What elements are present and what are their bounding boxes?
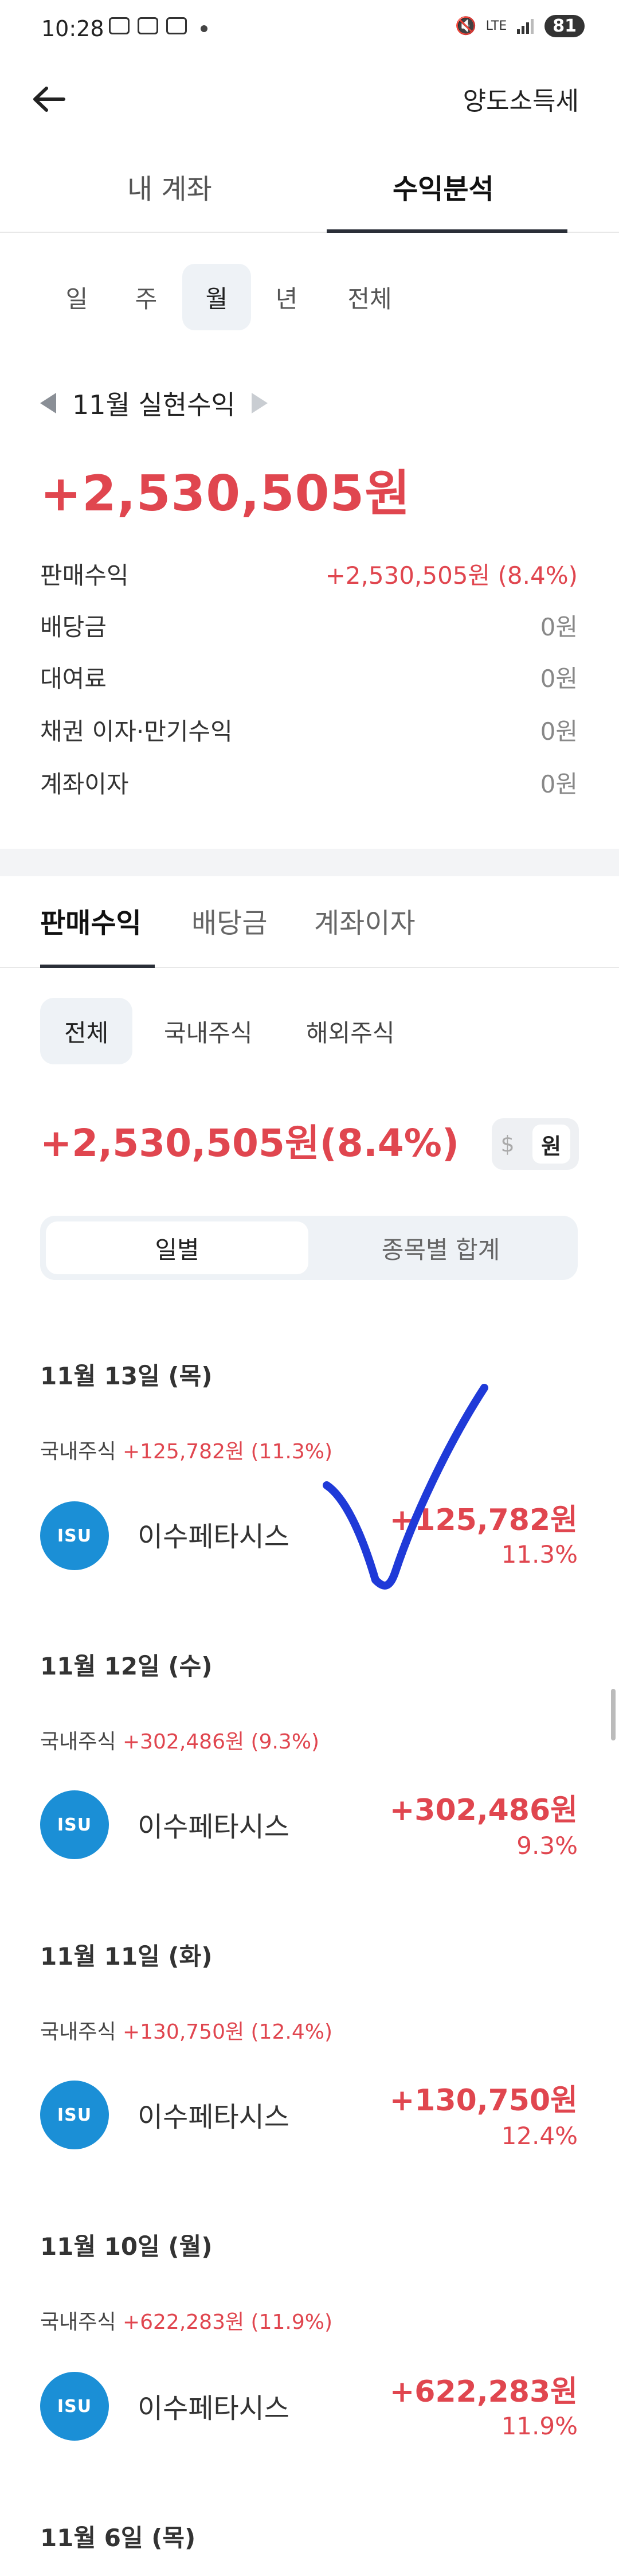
summary-label: 배당금 <box>40 612 107 641</box>
stock-profit-rate: 9.3% <box>516 1832 578 1860</box>
summary-label: 계좌이자 <box>40 770 129 798</box>
currency-usd-option[interactable]: $ <box>500 1131 514 1157</box>
section-divider <box>0 849 619 876</box>
market-filter-all[interactable]: 전체 <box>40 998 133 1064</box>
stock-name[interactable]: 이수페타시스 <box>138 1514 289 1554</box>
summary-value: +2,530,505원 (8.4%) <box>325 561 578 590</box>
day-market-summary: 국내주식 +125,782원 (11.3%) <box>40 1435 332 1465</box>
tab-active-indicator <box>327 229 567 233</box>
total-sales-profit: +2,530,505원(8.4%) <box>40 1121 460 1165</box>
subtab-account-interest[interactable]: 계좌이자 <box>314 900 416 940</box>
stock-profit-amount: +130,750원 <box>389 2083 578 2118</box>
stock-name[interactable]: 이수페타시스 <box>138 2386 289 2426</box>
period-all[interactable]: 전체 <box>335 264 404 330</box>
handwritten-checkmark-icon <box>323 1384 488 1590</box>
summary-label: 채권 이자·만기수익 <box>40 717 233 746</box>
day-market-summary: 국내주식 +622,283원 (11.9%) <box>40 2305 332 2335</box>
summary-row-account-interest: 계좌이자 0원 <box>40 765 578 799</box>
day-market-summary: 국내주식 +302,486원 (9.3%) <box>40 1725 319 1755</box>
notification-dot <box>201 25 207 32</box>
subtab-sales-profit[interactable]: 판매수익 <box>40 900 142 940</box>
summary-value: 0원 <box>540 717 578 746</box>
month-label: 11월 실현수익 <box>72 389 236 420</box>
stock-profit-rate: 11.3% <box>501 1540 578 1568</box>
month-navigator: 11월 실현수익 <box>40 384 268 422</box>
subtab-dividend[interactable]: 배당금 <box>191 900 267 940</box>
tab-profit-analysis[interactable]: 수익분석 <box>393 166 494 206</box>
stock-profit-amount: +302,486원 <box>389 1793 578 1828</box>
currency-krw-option[interactable]: 원 <box>532 1125 570 1164</box>
summary-value: 0원 <box>540 770 578 798</box>
segment-daily[interactable]: 일별 <box>46 1221 308 1274</box>
screenshot-icon <box>109 17 130 34</box>
stock-name[interactable]: 이수페타시스 <box>138 1804 289 1844</box>
period-day[interactable]: 일 <box>42 264 111 330</box>
period-year[interactable]: 년 <box>252 264 321 330</box>
talk-icon <box>138 17 158 34</box>
isu-logo: ISU <box>40 2081 109 2149</box>
stock-name[interactable]: 이수페타시스 <box>138 2094 289 2134</box>
summary-row-bond-interest: 채권 이자·만기수익 0원 <box>40 712 578 747</box>
day-header: 11월 6일 (목) <box>40 2524 196 2552</box>
segment-by-stock[interactable]: 종목별 합계 <box>310 1221 572 1274</box>
isu-logo: ISU <box>40 1790 109 1859</box>
arrow-left-icon <box>33 87 65 112</box>
market-summary-value: +130,750원 (12.4%) <box>122 2020 332 2044</box>
summary-row-lending-fee: 대여료 0원 <box>40 659 578 694</box>
stock-profit-amount: +622,283원 <box>389 2375 578 2409</box>
header-capital-gains-tax-link[interactable]: 양도소득세 <box>463 80 579 117</box>
scrollbar[interactable] <box>611 1689 616 1740</box>
prev-month-icon[interactable] <box>40 393 56 413</box>
market-label: 국내주식 <box>40 2020 116 2044</box>
battery-badge: 81 <box>544 15 585 37</box>
summary-row-sales: 판매수익 +2,530,505원 (8.4%) <box>40 556 578 591</box>
network-label: LTE <box>485 18 507 33</box>
subtab-active-indicator <box>40 965 155 968</box>
market-label: 국내주식 <box>40 2310 116 2334</box>
day-header: 11월 11일 (화) <box>40 1942 213 1970</box>
status-notification-icons <box>109 17 187 34</box>
summary-value: 0원 <box>540 664 578 693</box>
realized-amount: +2,530,505원 <box>40 465 411 522</box>
next-month-icon[interactable] <box>251 393 268 413</box>
summary-label: 판매수익 <box>40 561 129 590</box>
market-label: 국내주식 <box>40 1730 116 1754</box>
stock-profit-rate: 12.4% <box>501 2122 578 2150</box>
stock-profit-rate: 11.9% <box>501 2412 578 2440</box>
isu-logo: ISU <box>40 1501 109 1570</box>
summary-row-dividend: 배당금 0원 <box>40 608 578 642</box>
back-button[interactable] <box>29 79 69 119</box>
currency-toggle[interactable]: $ 원 <box>492 1118 579 1170</box>
summary-label: 대여료 <box>40 664 107 693</box>
market-summary-value: +125,782원 (11.3%) <box>122 1440 332 1463</box>
day-header: 11월 10일 (월) <box>40 2232 213 2261</box>
tab-my-account[interactable]: 내 계좌 <box>127 166 212 206</box>
summary-value: 0원 <box>540 612 578 641</box>
market-filter-domestic[interactable]: 국내주식 <box>140 998 277 1064</box>
period-week[interactable]: 주 <box>112 264 181 330</box>
status-time: 10:28 <box>41 16 104 41</box>
day-header: 11월 12일 (수) <box>40 1652 213 1680</box>
signal-icon <box>517 18 534 34</box>
period-month[interactable]: 월 <box>182 264 251 330</box>
status-right: 🔇 LTE 81 <box>455 15 585 37</box>
app-icon <box>166 17 187 34</box>
market-filter-overseas[interactable]: 해외주식 <box>282 998 419 1064</box>
day-header: 11월 13일 (목) <box>40 1362 213 1390</box>
market-summary-value: +622,283원 (11.9%) <box>122 2310 332 2334</box>
isu-logo: ISU <box>40 2372 109 2441</box>
day-market-summary: 국내주식 +130,750원 (12.4%) <box>40 2015 332 2045</box>
market-label: 국내주식 <box>40 1440 116 1463</box>
mute-icon: 🔇 <box>455 16 477 36</box>
market-summary-value: +302,486원 (9.3%) <box>122 1730 320 1754</box>
